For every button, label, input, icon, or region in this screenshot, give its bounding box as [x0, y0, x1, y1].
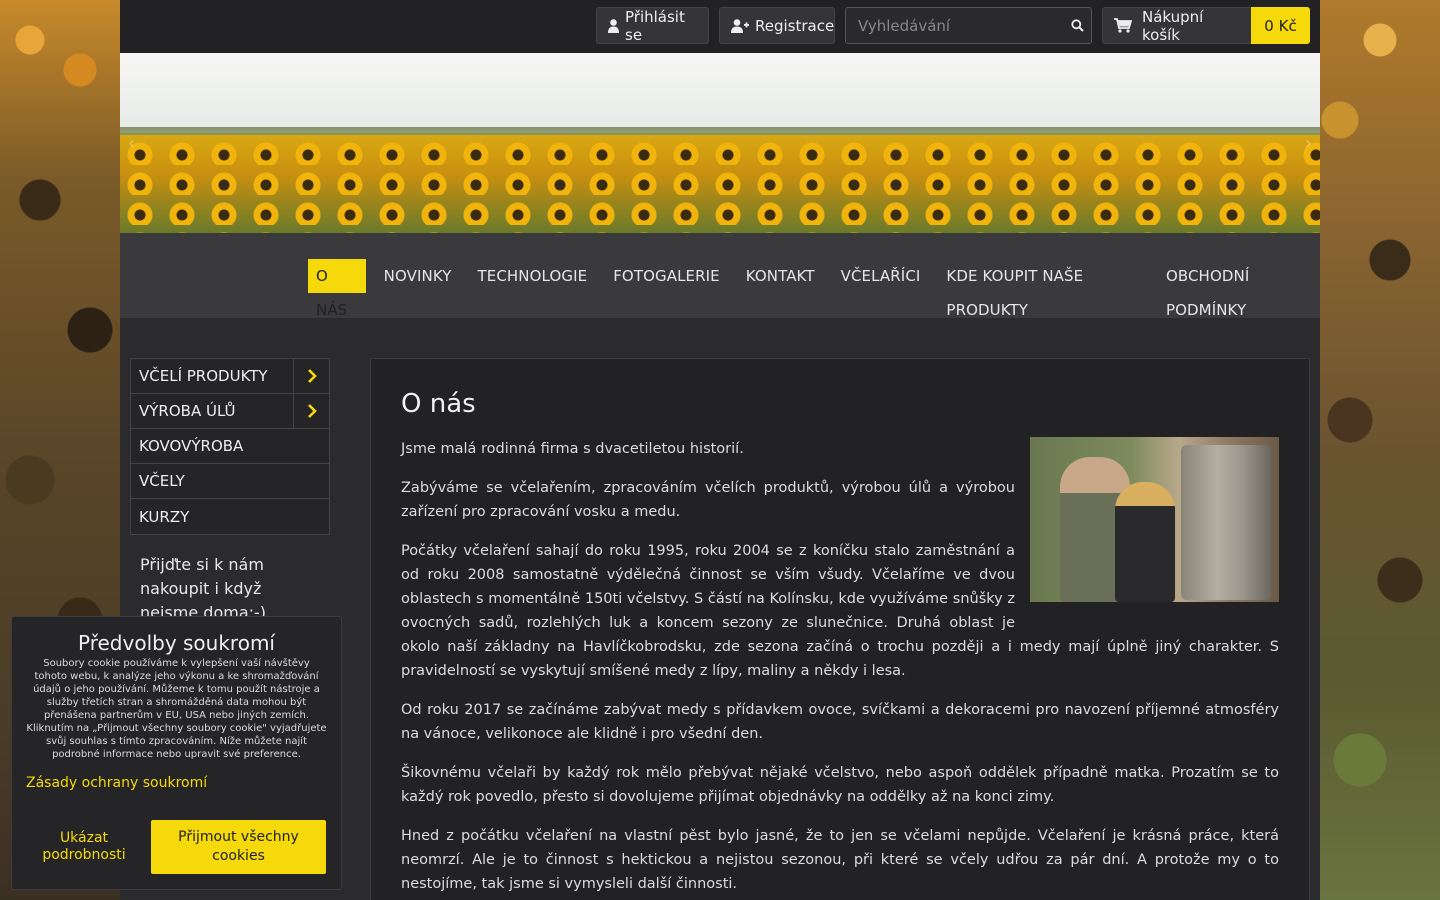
cookie-text: Soubory cookie používáme k vylepšení vaš…: [26, 658, 327, 760]
cookie-actions: Ukázat podrobnosti Přijmout všechny cook…: [26, 820, 327, 874]
sidebar-item-vyroba-ulu[interactable]: VÝROBA ÚLŮ: [131, 394, 329, 429]
nav-item-vcelarici[interactable]: VČELAŘÍCI: [833, 259, 929, 293]
sidebar-menu: VČELÍ PRODUKTY VÝROBA ÚLŮ KOVOVÝROBA VČE…: [130, 358, 330, 535]
sidebar: VČELÍ PRODUKTY VÝROBA ÚLŮ KOVOVÝROBA VČE…: [130, 358, 330, 625]
carousel-prev-icon[interactable]: ‹: [128, 133, 135, 154]
cart-button[interactable]: Nákupní košík 0 Kč: [1102, 7, 1310, 44]
sidebar-note: Přijďte si k nám nakoupit i když nejsme …: [140, 555, 267, 622]
top-bar: Přihlásit se Registrace Nákupní košík 0 …: [120, 0, 1320, 53]
user-plus-icon: [731, 18, 749, 33]
photo-beekeeper-woman: [1115, 482, 1175, 602]
sidebar-item-vcely[interactable]: VČELY: [131, 464, 329, 499]
photo-beehive-log: [1181, 445, 1271, 600]
nav-item-fotogalerie[interactable]: FOTOGALERIE: [605, 259, 728, 293]
register-button[interactable]: Registrace: [719, 7, 835, 44]
carousel-next-icon[interactable]: ›: [1305, 133, 1312, 154]
content-paragraph: Šikovnému včelaři by každý rok mělo přeb…: [401, 765, 1279, 805]
nav-item-kontakt[interactable]: KONTAKT: [738, 259, 823, 293]
nav-item-technologie[interactable]: TECHNOLOGIE: [470, 259, 596, 293]
search-input[interactable]: [846, 16, 1064, 35]
cookie-consent-dialog: Předvolby soukromí Soubory cookie použív…: [11, 616, 342, 890]
chevron-right-icon[interactable]: [293, 359, 329, 393]
search-box: [845, 7, 1092, 44]
sidebar-item-kurzy[interactable]: KURZY: [131, 499, 329, 534]
hero-sunflower-field: [120, 135, 1320, 233]
login-label: Přihlásit se: [625, 7, 685, 44]
cart-label-box: Nákupní košík: [1102, 7, 1251, 44]
main-navigation: O NÁS NOVINKY TECHNOLOGIE FOTOGALERIE KO…: [120, 233, 1320, 319]
sidebar-item-kovovyroba[interactable]: KOVOVÝROBA: [131, 429, 329, 464]
shopping-cart-icon: [1114, 18, 1132, 33]
nav-item-o-nas[interactable]: O NÁS: [308, 259, 366, 319]
chevron-right-icon[interactable]: [293, 394, 329, 428]
sidebar-item-label: VČELY: [139, 472, 185, 490]
show-details-button[interactable]: Ukázat podrobnosti: [26, 820, 142, 874]
page-title: O nás: [401, 389, 476, 419]
accept-all-cookies-button[interactable]: Přijmout všechny cookies: [151, 820, 326, 874]
hero-banner-sunflowers: ‹ ›: [120, 53, 1320, 233]
background-honeycomb-right: [1320, 0, 1440, 900]
beekeepers-photo: [1030, 437, 1279, 602]
nav-item-kde-koupit[interactable]: KDE KOUPIT NAŠE PRODUKTY: [938, 259, 1148, 319]
cookie-title: Předvolby soukromí: [78, 631, 275, 655]
login-button[interactable]: Přihlásit se: [596, 7, 709, 44]
search-icon[interactable]: [1064, 19, 1091, 32]
register-label: Registrace: [755, 16, 835, 35]
hero-sky: [120, 53, 1320, 133]
nav-item-obchodni-podminky[interactable]: OBCHODNÍ PODMÍNKY: [1158, 259, 1320, 319]
main-content: O nás Jsme malá rodinná firma s dvacetil…: [370, 358, 1310, 900]
sidebar-item-label: KOVOVÝROBA: [139, 437, 244, 455]
privacy-policy-link[interactable]: Zásady ochrany soukromí: [26, 775, 327, 791]
content-paragraph: Hned z počátku včelaření na vlastní pěst…: [401, 828, 1279, 892]
cart-total: 0 Kč: [1251, 7, 1310, 44]
content-paragraph: Od roku 2017 se začínáme zabývat medy s …: [401, 702, 1279, 742]
sidebar-item-vceli-produkty[interactable]: VČELÍ PRODUKTY: [131, 359, 329, 394]
sidebar-item-label: VČELÍ PRODUKTY: [139, 367, 268, 385]
user-icon: [608, 18, 619, 33]
sidebar-item-label: KURZY: [139, 507, 190, 526]
sidebar-item-label: VÝROBA ÚLŮ: [139, 402, 236, 420]
nav-item-novinky[interactable]: NOVINKY: [376, 259, 460, 293]
cart-label: Nákupní košík: [1142, 7, 1204, 44]
